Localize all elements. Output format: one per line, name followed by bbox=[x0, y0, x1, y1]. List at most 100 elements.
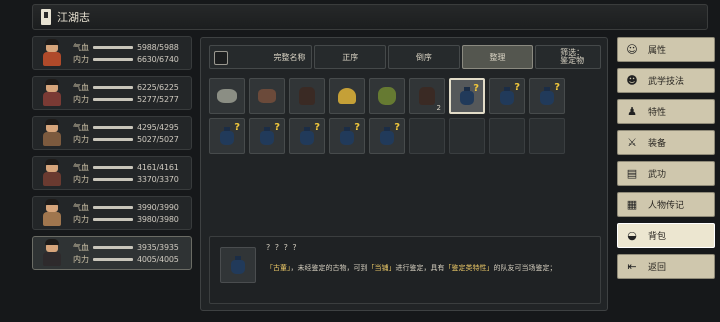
inventory-slot[interactable] bbox=[369, 78, 405, 114]
vase-icon bbox=[500, 87, 514, 105]
inventory-row-1: 2??? bbox=[209, 78, 569, 114]
equipment-icon: ⚔ bbox=[627, 136, 637, 149]
filter-value: 鉴定物 bbox=[560, 56, 585, 65]
inventory-slot[interactable]: ? bbox=[329, 118, 365, 154]
inventory-slot[interactable] bbox=[289, 78, 325, 114]
item-quantity: 2 bbox=[436, 104, 441, 112]
vase-icon bbox=[540, 87, 554, 105]
character-stats: 气血 6225/6225 内力 5277/5277 bbox=[73, 81, 191, 105]
mp-bar bbox=[93, 137, 133, 141]
character-card[interactable]: 气血 4295/4295 内力 5027/5027 bbox=[32, 116, 192, 150]
item-description: 「古董」，未经鉴定的古物，可到「当铺」进行鉴定，具有「鉴定类特性」的队友可当场鉴… bbox=[266, 264, 557, 272]
complete-name-toggle[interactable]: 完整名称 bbox=[209, 45, 313, 69]
jar-icon bbox=[299, 87, 315, 105]
character-card[interactable]: 气血 4161/4161 内力 3370/3370 bbox=[32, 156, 192, 190]
character-avatar bbox=[39, 199, 65, 227]
menu-label: 特性 bbox=[648, 108, 667, 118]
inventory-slot[interactable]: ? bbox=[369, 118, 405, 154]
inventory-slot[interactable]: ? bbox=[289, 118, 325, 154]
character-card[interactable]: 气血 3990/3990 内力 3980/3980 bbox=[32, 196, 192, 230]
mp-value: 6630/6740 bbox=[137, 54, 179, 64]
mp-bar bbox=[93, 217, 133, 221]
title-bar: 江湖志 bbox=[32, 4, 708, 30]
return-icon: ⇤ bbox=[627, 260, 637, 273]
empty-slot[interactable] bbox=[529, 118, 565, 154]
mp-label: 内力 bbox=[73, 174, 89, 184]
inventory-slot[interactable]: ? bbox=[489, 78, 525, 114]
character-card[interactable]: 气血 3935/3935 内力 4005/4005 bbox=[32, 236, 192, 270]
mp-label: 内力 bbox=[73, 134, 89, 144]
unidentified-mark: ? bbox=[234, 122, 240, 133]
menu-label: 背包 bbox=[648, 232, 667, 242]
character-list: 气血 5988/5988 内力 6630/6740 气血 6225/6225 内力 5277/… bbox=[32, 36, 192, 276]
biography-icon: ▦ bbox=[626, 198, 638, 211]
hp-label: 气血 bbox=[73, 82, 89, 92]
filter-button[interactable]: 筛选： 鉴定物 bbox=[535, 45, 601, 69]
vase-icon bbox=[260, 127, 274, 145]
inventory-slot[interactable] bbox=[249, 78, 285, 114]
hp-label: 气血 bbox=[73, 242, 89, 252]
gold-ingot-icon bbox=[338, 88, 356, 104]
mp-label: 内力 bbox=[73, 94, 89, 104]
complete-name-checkbox[interactable] bbox=[214, 51, 228, 65]
sort-asc-button[interactable]: 正序 bbox=[314, 45, 387, 69]
hp-value: 4161/4161 bbox=[137, 162, 179, 172]
vase-icon bbox=[300, 127, 314, 145]
hp-bar bbox=[93, 45, 133, 49]
menu-kungfu-button[interactable]: ▤ 武功 bbox=[617, 161, 715, 186]
inventory-slot[interactable]: ? bbox=[449, 78, 485, 114]
inventory-slot[interactable] bbox=[329, 78, 365, 114]
inventory-grid: 2??? ????? bbox=[209, 78, 569, 158]
creature-icon bbox=[217, 89, 237, 103]
menu-trait-button[interactable]: ♟ 特性 bbox=[617, 99, 715, 124]
mp-bar bbox=[93, 177, 133, 181]
empty-slot[interactable] bbox=[489, 118, 525, 154]
mp-label: 内力 bbox=[73, 254, 89, 264]
item-description-panel: ? ? ? ? 「古董」，未经鉴定的古物，可到「当铺」进行鉴定，具有「鉴定类特性… bbox=[209, 236, 601, 304]
complete-name-label: 完整名称 bbox=[273, 52, 306, 62]
menu-biography-button[interactable]: ▦ 人物传记 bbox=[617, 192, 715, 217]
organize-button[interactable]: 整理 bbox=[461, 45, 534, 69]
herb-icon bbox=[378, 87, 396, 105]
character-card[interactable]: 气血 5988/5988 内力 6630/6740 bbox=[32, 36, 192, 70]
inventory-slot[interactable]: ? bbox=[209, 118, 245, 154]
hp-bar bbox=[93, 85, 133, 89]
menu-label: 返回 bbox=[648, 263, 667, 273]
menu-label: 人物传记 bbox=[648, 201, 685, 211]
menu-label: 装备 bbox=[648, 139, 667, 149]
character-avatar bbox=[39, 119, 65, 147]
character-stats: 气血 3990/3990 内力 3980/3980 bbox=[73, 201, 191, 225]
menu-label: 武功 bbox=[648, 170, 667, 180]
book-icon bbox=[41, 9, 51, 25]
mp-value: 3370/3370 bbox=[137, 174, 179, 184]
inventory-slot[interactable]: ? bbox=[529, 78, 565, 114]
menu-backpack-button[interactable]: ◒ 背包 bbox=[617, 223, 715, 248]
vase-icon bbox=[340, 127, 354, 145]
page-title: 江湖志 bbox=[57, 11, 90, 24]
inventory-slot[interactable]: ? bbox=[249, 118, 285, 154]
inventory-slot[interactable]: 2 bbox=[409, 78, 445, 114]
character-avatar bbox=[39, 159, 65, 187]
mp-value: 5277/5277 bbox=[137, 94, 179, 104]
empty-slot[interactable] bbox=[449, 118, 485, 154]
beast-icon bbox=[258, 89, 276, 103]
vase-icon bbox=[231, 256, 245, 274]
hp-value: 3935/3935 bbox=[137, 242, 179, 252]
sort-desc-button[interactable]: 倒序 bbox=[388, 45, 460, 69]
menu-return-button[interactable]: ⇤ 返回 bbox=[617, 254, 715, 279]
menu-label: 武学技法 bbox=[648, 77, 685, 87]
hp-value: 3990/3990 bbox=[137, 202, 179, 212]
inventory-row-2: ????? bbox=[209, 118, 569, 154]
unidentified-mark: ? bbox=[354, 122, 360, 133]
menu-martial-button[interactable]: ☻ 武学技法 bbox=[617, 68, 715, 93]
character-avatar bbox=[39, 39, 65, 67]
menu-person-button[interactable]: ☺ 属性 bbox=[617, 37, 715, 62]
empty-slot[interactable] bbox=[409, 118, 445, 154]
character-card[interactable]: 气血 6225/6225 内力 5277/5277 bbox=[32, 76, 192, 110]
hp-label: 气血 bbox=[73, 122, 89, 132]
inventory-slot[interactable] bbox=[209, 78, 245, 114]
hp-value: 5988/5988 bbox=[137, 42, 179, 52]
hp-label: 气血 bbox=[73, 162, 89, 172]
hp-value: 6225/6225 bbox=[137, 82, 179, 92]
menu-equipment-button[interactable]: ⚔ 装备 bbox=[617, 130, 715, 155]
